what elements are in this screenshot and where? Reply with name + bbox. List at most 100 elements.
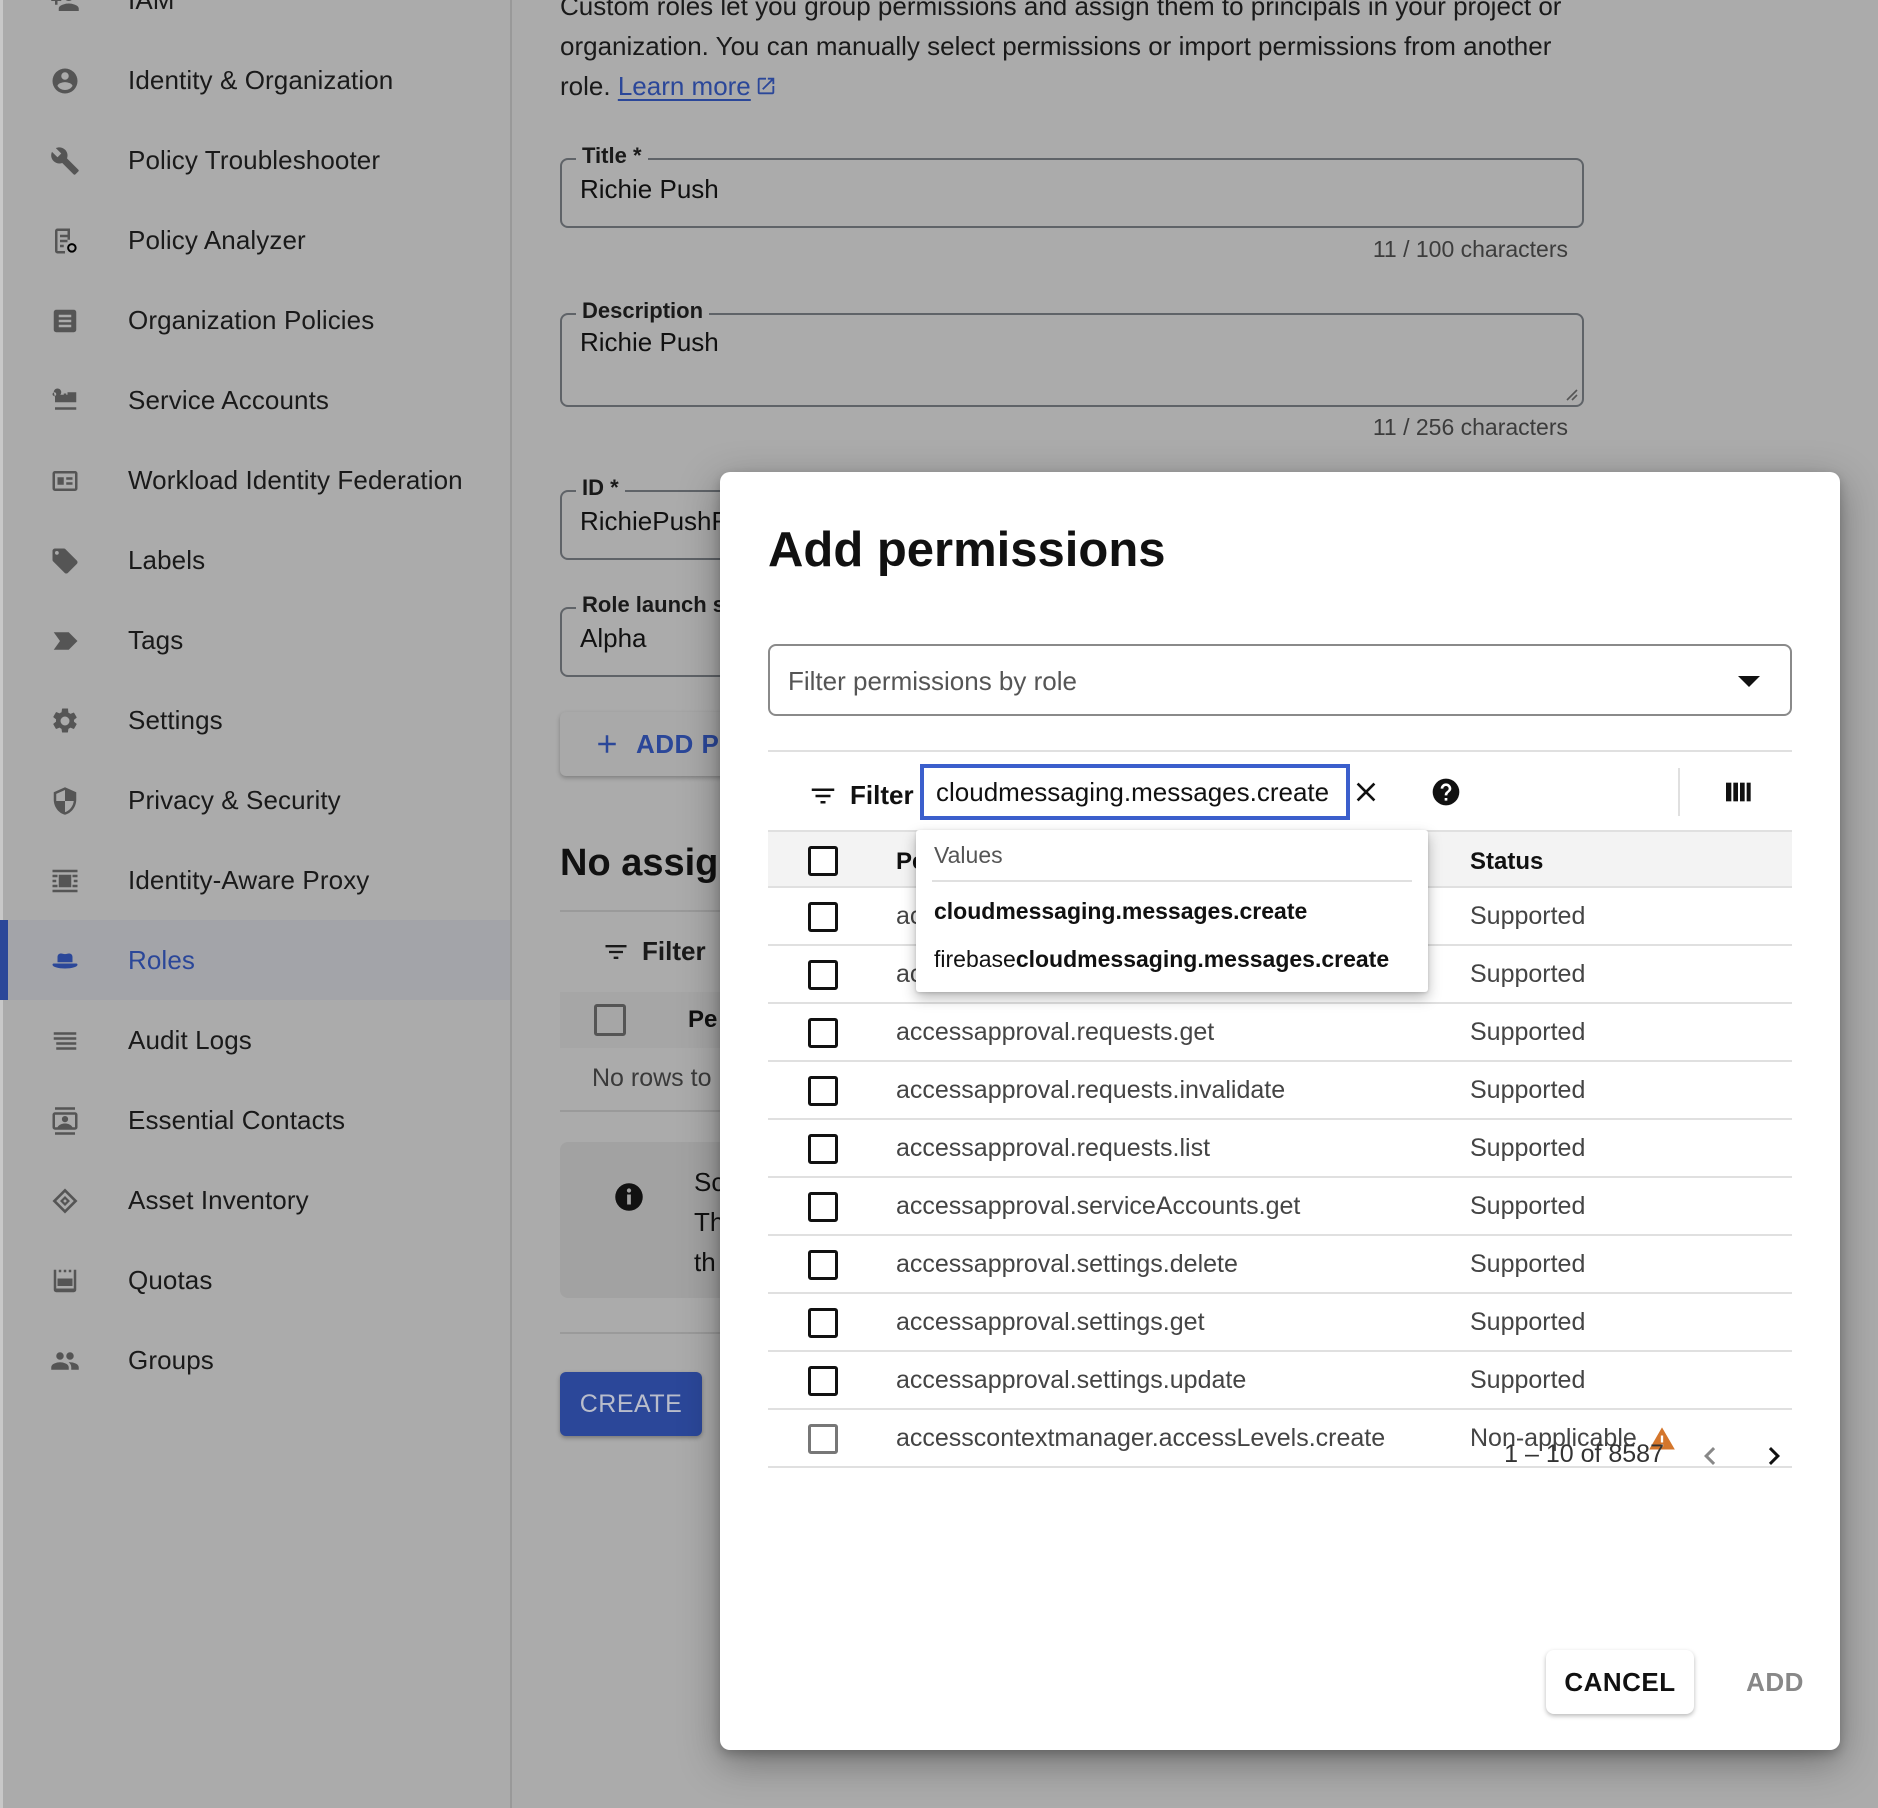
- filter-by-role-select[interactable]: Filter permissions by role: [768, 644, 1792, 716]
- filter-icon: [605, 944, 627, 959]
- account-circle-icon: [50, 66, 80, 96]
- row-checkbox[interactable]: [808, 1308, 838, 1338]
- filter-help-button[interactable]: [1426, 772, 1466, 812]
- select-all-checkbox[interactable]: [808, 846, 838, 876]
- add-button[interactable]: ADD: [1730, 1650, 1820, 1714]
- row-checkbox[interactable]: [808, 902, 838, 932]
- permission-status: Supported: [1470, 1134, 1585, 1163]
- key-card-icon: [50, 386, 80, 416]
- launch-stage-value: Alpha: [580, 623, 647, 653]
- next-page-button[interactable]: [1756, 1438, 1792, 1474]
- table-row[interactable]: accessapproval.serviceAccounts.get Suppor…: [768, 1178, 1792, 1236]
- description-char-counter: 11 / 256 characters: [1372, 414, 1568, 440]
- external-link-icon: [757, 77, 775, 95]
- list-lines-icon: [50, 1026, 80, 1056]
- row-checkbox[interactable]: [808, 1366, 838, 1396]
- sidebar-item-label: Roles: [128, 944, 195, 975]
- permission-filter-input[interactable]: [920, 764, 1350, 820]
- filter-icon: [811, 788, 835, 803]
- sidebar-item-label: Groups: [128, 1344, 214, 1375]
- cancel-button-label: CANCEL: [1564, 1666, 1676, 1697]
- permission-name: accessapproval.requests.list: [896, 1134, 1211, 1162]
- suggestion-option[interactable]: firebasecloudmessaging.messages.create: [934, 946, 1389, 973]
- previous-page-button[interactable]: [1692, 1438, 1728, 1474]
- sidebar-item-settings[interactable]: Settings: [0, 680, 510, 760]
- title-char-counter: 11 / 100 characters: [1372, 236, 1568, 262]
- sidebar-item-label: Policy Troubleshooter: [128, 144, 381, 175]
- sidebar-item-asset-inventory[interactable]: Asset Inventory: [0, 1160, 510, 1240]
- suggestion-option[interactable]: cloudmessaging.messages.create: [934, 898, 1307, 925]
- sidebar-item-groups[interactable]: Groups: [0, 1320, 510, 1400]
- permission-name: accessapproval.requests.get: [896, 1018, 1215, 1046]
- status-text: Supported: [1470, 1308, 1586, 1336]
- sidebar-item-tags[interactable]: Tags: [0, 600, 510, 680]
- title-field-value: Richie Push: [580, 174, 719, 204]
- table-row[interactable]: accessapproval.requests.invalidate Suppor…: [768, 1062, 1792, 1120]
- sidebar-item-labels[interactable]: Labels: [0, 520, 510, 600]
- sidebar-item-workload-identity-federation[interactable]: Workload Identity Federation: [0, 440, 510, 520]
- chevron-left-icon: [1704, 1447, 1716, 1465]
- description-field-label: Description: [576, 297, 710, 325]
- launch-stage-label: Role launch s: [576, 591, 732, 619]
- sidebar-item-label: Identity & Organization: [128, 64, 394, 95]
- resize-grip-icon[interactable]: [1564, 387, 1578, 401]
- title-field-label: Title *: [576, 142, 648, 170]
- status-column-header[interactable]: Status: [1470, 848, 1543, 876]
- sidebar-item-essential-contacts[interactable]: Essential Contacts: [0, 1080, 510, 1160]
- document-search-icon: [50, 226, 80, 256]
- id-card-icon: [50, 466, 80, 496]
- create-button[interactable]: CREATE: [560, 1372, 702, 1436]
- row-checkbox[interactable]: [808, 1018, 838, 1048]
- sidebar-item-policy-analyzer[interactable]: Policy Analyzer: [0, 200, 510, 280]
- assigned-empty-state: No rows to: [592, 1064, 712, 1092]
- gear-icon: [50, 706, 80, 736]
- sidebar-item-label: Essential Contacts: [128, 1104, 346, 1135]
- sidebar-item-label: Asset Inventory: [128, 1184, 309, 1215]
- diamond-stack-icon: [50, 1186, 80, 1216]
- table-row[interactable]: accessapproval.settings.update Supported: [768, 1352, 1792, 1410]
- sidebar-item-identity-organization[interactable]: Identity & Organization: [0, 40, 510, 120]
- sidebar-item-privacy-security[interactable]: Privacy & Security: [0, 760, 510, 840]
- status-text: Supported: [1470, 1366, 1586, 1394]
- sidebar-item-identity-aware-proxy[interactable]: Identity-Aware Proxy: [0, 840, 510, 920]
- learn-more-link[interactable]: Learn more: [618, 71, 751, 101]
- sidebar-item-iam[interactable]: IAM: [0, 0, 510, 40]
- clear-filter-button[interactable]: [1346, 772, 1386, 812]
- label-tag-icon: [50, 546, 80, 576]
- sidebar-item-roles[interactable]: Roles: [0, 920, 510, 1000]
- row-checkbox[interactable]: [808, 960, 838, 990]
- sidebar-item-quotas[interactable]: Quotas: [0, 1240, 510, 1320]
- table-row[interactable]: accessapproval.settings.get Supported: [768, 1294, 1792, 1352]
- assigned-filter-button[interactable]: Filter: [602, 936, 706, 967]
- table-filter-label: Filter: [808, 780, 914, 811]
- row-checkbox[interactable]: [808, 1076, 838, 1106]
- title-field[interactable]: Title * Richie Push: [560, 142, 1584, 228]
- id-field-value: RichiePushR: [580, 506, 731, 536]
- sidebar-item-organization-policies[interactable]: Organization Policies: [0, 280, 510, 360]
- assigned-permissions-title: No assig: [560, 842, 719, 884]
- sidebar-item-label: Service Accounts: [128, 384, 330, 415]
- row-checkbox[interactable]: [808, 1192, 838, 1222]
- assigned-select-all-checkbox[interactable]: [594, 1004, 626, 1036]
- plus-icon: [598, 735, 616, 753]
- table-row[interactable]: accessapproval.requests.list Supported: [768, 1120, 1792, 1178]
- table-row[interactable]: accessapproval.requests.get Supported: [768, 1004, 1792, 1062]
- permission-status: Supported: [1470, 902, 1585, 931]
- table-row[interactable]: accessapproval.settings.delete Supported: [768, 1236, 1792, 1294]
- row-checkbox[interactable]: [808, 1134, 838, 1164]
- tag-chevron-icon: [50, 626, 80, 656]
- column-display-button[interactable]: [1718, 772, 1758, 812]
- sidebar-item-label: Organization Policies: [128, 304, 375, 335]
- sidebar-item-audit-logs[interactable]: Audit Logs: [0, 1000, 510, 1080]
- permission-status: Supported: [1470, 1366, 1585, 1395]
- sidebar-item-policy-troubleshooter[interactable]: Policy Troubleshooter: [0, 120, 510, 200]
- sidebar-item-label: Policy Analyzer: [128, 224, 306, 255]
- description-field[interactable]: Description Richie Push: [560, 297, 1584, 407]
- chevron-right-icon: [1768, 1447, 1780, 1465]
- sidebar-item-service-accounts[interactable]: Service Accounts: [0, 360, 510, 440]
- cancel-button[interactable]: CANCEL: [1546, 1650, 1694, 1714]
- proxy-icon: [50, 866, 80, 896]
- status-text: Supported: [1470, 960, 1586, 988]
- row-checkbox[interactable]: [808, 1250, 838, 1280]
- filter-by-role-placeholder: Filter permissions by role: [788, 666, 1077, 696]
